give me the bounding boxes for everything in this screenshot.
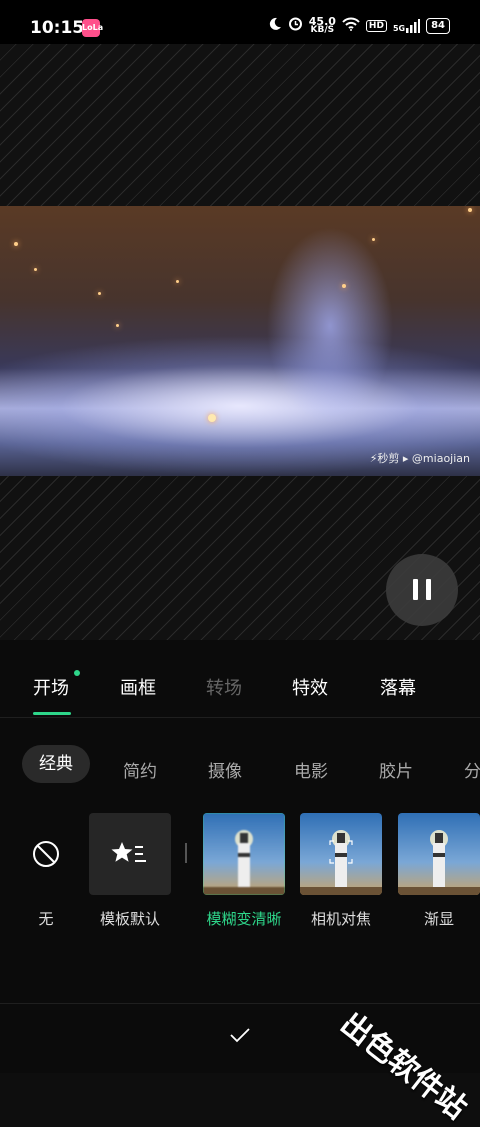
status-time: 10:15 xyxy=(30,18,85,38)
none-icon xyxy=(5,813,87,895)
video-watermark: ⚡秒剪 ▸ @miaojian xyxy=(369,452,470,465)
active-tab-indicator xyxy=(33,712,71,715)
effect-label: 模板默认 xyxy=(99,910,160,928)
effects-panel: 开场 画框 转场 特效 落幕 经典 简约 摄像 电影 胶片 分 无 模板默认 模… xyxy=(0,640,480,1073)
effect-item-none[interactable]: 无 xyxy=(5,813,87,929)
effect-item-blur-to-clear[interactable]: 模糊变清晰 xyxy=(203,813,285,929)
lighthouse-thumbnail xyxy=(398,813,480,895)
wifi-icon xyxy=(342,16,360,35)
spark xyxy=(116,324,119,327)
effect-item-fade-in[interactable]: 渐显 xyxy=(398,813,480,929)
alarm-icon xyxy=(288,16,303,35)
network-speed: 45.0 KB/S xyxy=(308,14,336,35)
effect-item-template-default[interactable]: 模板默认 xyxy=(89,813,171,929)
tab-ending[interactable]: 落幕 xyxy=(380,674,416,700)
check-icon[interactable] xyxy=(228,1026,252,1048)
lighthouse-thumbnail xyxy=(203,813,285,895)
app-notification-icon: LoLa xyxy=(82,19,103,37)
hd-icon: HD xyxy=(365,19,387,32)
spark xyxy=(14,242,18,246)
subtab-camera[interactable]: 摄像 xyxy=(208,757,242,782)
tab-opening[interactable]: 开场 xyxy=(33,674,69,700)
subtab-classic[interactable]: 经典 xyxy=(22,745,90,783)
divider xyxy=(185,843,187,863)
new-dot-badge xyxy=(74,670,80,676)
spark xyxy=(468,208,472,212)
lighthouse-thumbnail xyxy=(300,813,382,895)
tab-transition[interactable]: 转场 xyxy=(206,674,242,700)
video-frame[interactable]: ⚡秒剪 ▸ @miaojian xyxy=(0,206,480,476)
tab-effects[interactable]: 特效 xyxy=(292,674,328,700)
category-tabs: 开场 画框 转场 特效 落幕 xyxy=(0,640,480,718)
spark xyxy=(208,414,216,422)
subtab-film[interactable]: 胶片 xyxy=(379,757,413,782)
spark xyxy=(98,292,101,295)
effect-item-camera-focus[interactable]: 相机对焦 xyxy=(300,813,382,929)
spark xyxy=(372,238,375,241)
subtab-movie[interactable]: 电影 xyxy=(294,757,328,782)
subtab-more[interactable]: 分 xyxy=(464,757,480,782)
pause-icon xyxy=(426,579,431,600)
video-preview-area[interactable]: ⚡秒剪 ▸ @miaojian xyxy=(0,44,480,640)
effect-label: 渐显 xyxy=(423,910,454,928)
subtab-simple[interactable]: 简约 xyxy=(123,757,157,782)
moon-icon xyxy=(268,16,282,35)
status-icons: 45.0 KB/S HD 5G 84 xyxy=(268,16,450,35)
star-list-icon xyxy=(89,813,171,895)
status-bar: 10:15 LoLa 45.0 KB/S HD 5G 84 xyxy=(0,0,480,44)
spark xyxy=(176,280,179,283)
effect-label: 模糊变清晰 xyxy=(206,910,282,928)
effect-label: 相机对焦 xyxy=(310,910,371,928)
spark xyxy=(34,268,37,271)
battery-icon: 84 xyxy=(426,17,450,34)
spark xyxy=(342,284,346,288)
tab-frame[interactable]: 画框 xyxy=(120,674,156,700)
effect-label: 无 xyxy=(38,910,54,928)
pause-icon xyxy=(413,579,418,600)
cell-signal-icon: 5G xyxy=(393,18,421,33)
pause-button[interactable] xyxy=(386,554,458,626)
